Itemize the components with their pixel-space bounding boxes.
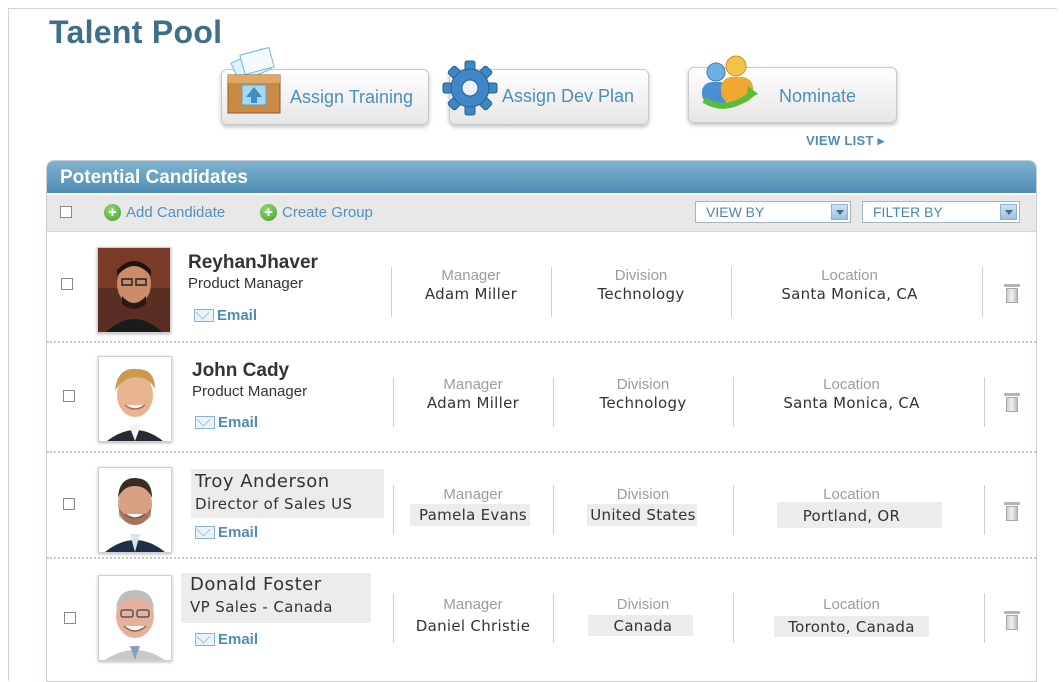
nominate-people-icon	[702, 55, 758, 109]
assign-dev-plan-label: Assign Dev Plan	[502, 86, 635, 106]
candidate-name: ReyhanJhaver	[188, 252, 318, 273]
candidate-name: Donald Foster	[190, 574, 322, 595]
envelope-icon	[195, 416, 215, 429]
location-value: Santa Monica, CA	[781, 285, 918, 303]
trash-icon[interactable]	[1004, 502, 1020, 522]
email-link[interactable]: Email	[194, 307, 257, 324]
envelope-icon	[194, 309, 214, 322]
create-group-button[interactable]: + Create Group	[260, 204, 373, 221]
email-link[interactable]: Email	[195, 631, 258, 648]
manager-value: Adam Miller	[426, 394, 520, 412]
trash-icon[interactable]	[1004, 393, 1020, 413]
manager-header: Manager	[443, 486, 503, 503]
manager-header: Manager	[441, 267, 501, 284]
manager-value: Adam Miller	[424, 285, 518, 303]
location-value: Toronto, Canada	[788, 618, 915, 636]
row-checkbox[interactable]	[63, 390, 75, 402]
division-value: Canada	[613, 617, 673, 635]
manager-value: Daniel Christie	[415, 617, 531, 635]
gear-icon	[442, 60, 498, 116]
candidate-avatar	[98, 356, 172, 442]
email-label: Email	[218, 524, 259, 541]
view-by-dropdown[interactable]: VIEW BY	[695, 201, 851, 223]
divider	[984, 377, 985, 427]
candidate-role: Director of Sales US	[195, 495, 353, 513]
location-header: Location	[821, 267, 878, 284]
row-checkbox[interactable]	[61, 278, 73, 290]
candidate-avatar	[98, 467, 172, 553]
filter-by-dropdown[interactable]: FILTER BY	[862, 201, 1020, 223]
divider	[982, 267, 983, 317]
add-candidate-label: Add Candidate	[126, 204, 226, 221]
manager-header: Manager	[443, 596, 503, 613]
assign-training-label: Assign Training	[290, 87, 414, 107]
view-list-link[interactable]: VIEW LIST ▸	[806, 133, 884, 149]
training-box-icon	[227, 46, 281, 114]
select-all-checkbox[interactable]	[60, 206, 72, 218]
division-header: Division	[614, 267, 668, 284]
page-title: Talent Pool	[49, 14, 223, 50]
add-icon: +	[260, 204, 277, 221]
candidate-avatar	[98, 575, 172, 661]
email-label: Email	[218, 631, 259, 648]
chevron-down-icon	[831, 204, 848, 220]
location-header: Location	[823, 486, 880, 503]
candidate-row: Donald Foster VP Sales - Canada Email Ma…	[47, 558, 1036, 668]
manager-header: Manager	[443, 376, 503, 393]
candidate-row: John Cady Product Manager Email Manager …	[47, 342, 1036, 452]
envelope-icon	[195, 526, 215, 539]
email-label: Email	[217, 307, 258, 324]
divider	[984, 485, 985, 535]
candidates-toolbar: + Add Candidate + Create Group VIEW BY F…	[47, 195, 1036, 232]
division-header: Division	[616, 376, 670, 393]
candidate-role: VP Sales - Canada	[190, 598, 333, 616]
trash-icon[interactable]	[1004, 611, 1020, 631]
create-group-label: Create Group	[282, 204, 373, 221]
candidate-avatar	[97, 247, 171, 333]
candidate-role: Product Manager	[188, 275, 304, 292]
candidate-role: Product Manager	[192, 383, 308, 400]
candidate-name: John Cady	[192, 360, 290, 381]
manager-value: Pamela Evans	[419, 506, 527, 524]
nominate-label: Nominate	[779, 86, 857, 106]
panel-title: Potential Candidates	[47, 161, 1036, 193]
email-label: Email	[218, 414, 259, 431]
division-value: United States	[590, 506, 696, 524]
row-checkbox[interactable]	[63, 498, 75, 510]
division-value: Technology	[597, 285, 685, 303]
location-value: Portland, OR	[802, 507, 901, 525]
add-candidate-button[interactable]: + Add Candidate	[104, 204, 225, 221]
view-by-label: VIEW BY	[706, 204, 765, 220]
email-link[interactable]: Email	[195, 524, 258, 541]
email-link[interactable]: Email	[195, 414, 258, 431]
candidate-name: Troy Anderson	[195, 471, 330, 492]
candidate-row: ReyhanJhaver Product Manager Email Manag…	[47, 232, 1036, 342]
location-header: Location	[823, 376, 880, 393]
add-icon: +	[104, 204, 121, 221]
filter-by-label: FILTER BY	[873, 204, 943, 220]
division-value: Technology	[599, 394, 687, 412]
candidate-row: Troy Anderson Director of Sales US Email…	[47, 452, 1036, 562]
division-header: Division	[616, 596, 670, 613]
location-header: Location	[823, 596, 880, 613]
divider	[984, 593, 985, 643]
row-checkbox[interactable]	[64, 612, 76, 624]
division-header: Division	[616, 486, 670, 503]
potential-candidates-panel: Potential Candidates + Add Candidate + C…	[46, 160, 1037, 682]
chevron-down-icon	[1000, 204, 1017, 220]
envelope-icon	[195, 633, 215, 646]
location-value: Santa Monica, CA	[783, 394, 920, 412]
trash-icon[interactable]	[1004, 284, 1020, 304]
